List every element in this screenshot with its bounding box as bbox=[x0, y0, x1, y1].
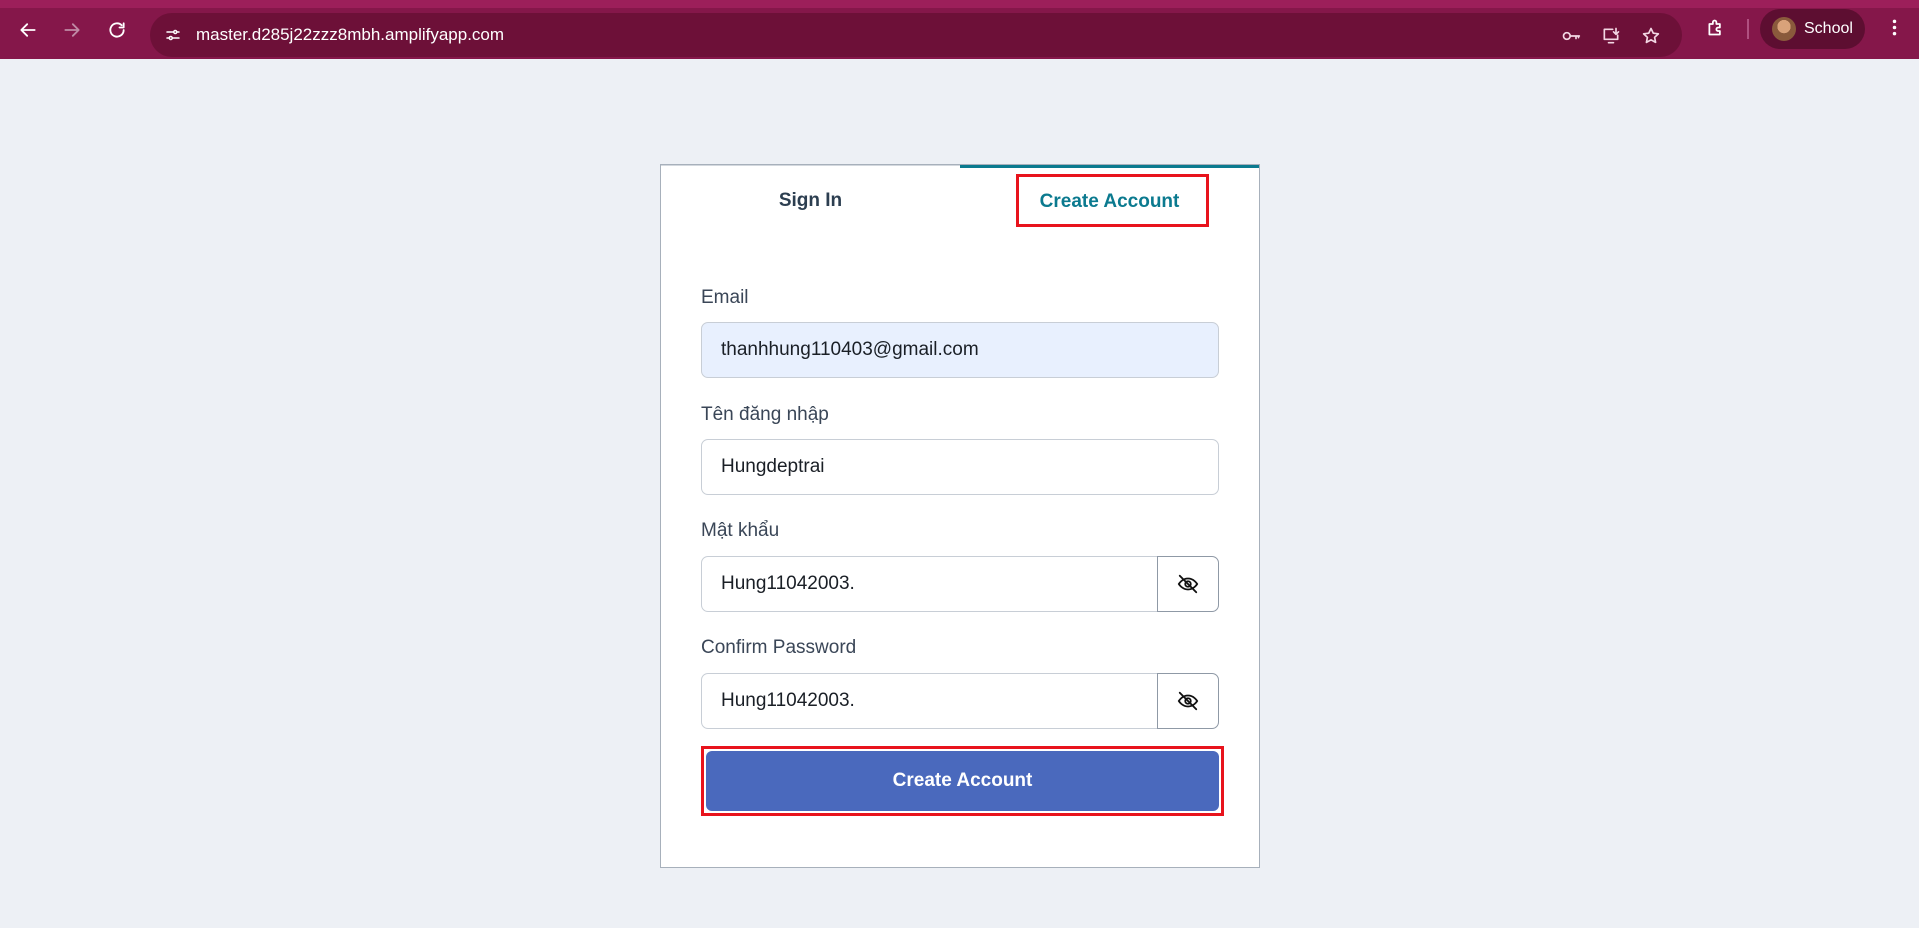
menu-icon bbox=[1892, 19, 1896, 35]
auth-card: Sign In Create Account Email thanhhung11… bbox=[660, 164, 1260, 868]
forward-button[interactable] bbox=[54, 12, 90, 48]
back-icon bbox=[20, 23, 36, 37]
show-password-button[interactable] bbox=[1157, 556, 1219, 612]
address-bar[interactable]: master.d285j22zzz8mbh.amplifyapp.com bbox=[150, 13, 1682, 57]
profile-chip[interactable]: School bbox=[1760, 9, 1865, 49]
password-label: Mật khẩu bbox=[701, 520, 780, 541]
reload-icon bbox=[109, 22, 125, 38]
password-field[interactable]: Hung11042003. bbox=[701, 556, 1158, 612]
install-app-icon bbox=[1603, 27, 1620, 44]
extensions-icon bbox=[1708, 19, 1721, 35]
profile-name: School bbox=[1804, 20, 1853, 37]
eye-off-icon bbox=[1177, 691, 1199, 711]
reload-button[interactable] bbox=[99, 12, 135, 48]
eye-off-icon bbox=[1177, 574, 1199, 594]
username-field[interactable]: Hungdeptrai bbox=[701, 439, 1219, 495]
confirm-password-field[interactable]: Hung11042003. bbox=[701, 673, 1158, 729]
tab-sign-in[interactable]: Sign In bbox=[661, 165, 960, 235]
bookmark-button[interactable] bbox=[1638, 23, 1664, 49]
site-info-button[interactable] bbox=[159, 21, 187, 49]
tab-highlight-box bbox=[1016, 174, 1209, 227]
submit-highlight-box: Create Account bbox=[701, 746, 1224, 816]
create-account-button[interactable]: Create Account bbox=[706, 751, 1219, 811]
email-label: Email bbox=[701, 287, 749, 308]
password-key-icon bbox=[1562, 31, 1581, 41]
browser-menu-button[interactable] bbox=[1879, 12, 1909, 42]
auth-tabs: Sign In Create Account bbox=[661, 165, 1259, 235]
back-button[interactable] bbox=[10, 12, 46, 48]
show-confirm-password-button[interactable] bbox=[1157, 673, 1219, 729]
toolbar-divider bbox=[1747, 19, 1749, 39]
url-text: master.d285j22zzz8mbh.amplifyapp.com bbox=[196, 25, 505, 44]
site-info-icon bbox=[166, 29, 180, 41]
confirm-password-label: Confirm Password bbox=[701, 637, 857, 658]
username-label: Tên đăng nhập bbox=[701, 404, 829, 425]
password-key-button[interactable] bbox=[1558, 23, 1584, 49]
browser-toolbar: master.d285j22zzz8mbh.amplifyapp.com Sch… bbox=[0, 0, 1919, 59]
avatar bbox=[1772, 17, 1796, 41]
bookmark-star-icon bbox=[1642, 27, 1660, 44]
forward-icon bbox=[64, 23, 80, 37]
install-app-button[interactable] bbox=[1598, 23, 1624, 49]
email-field[interactable]: thanhhung110403@gmail.com bbox=[701, 322, 1219, 378]
extensions-button[interactable] bbox=[1700, 12, 1730, 42]
